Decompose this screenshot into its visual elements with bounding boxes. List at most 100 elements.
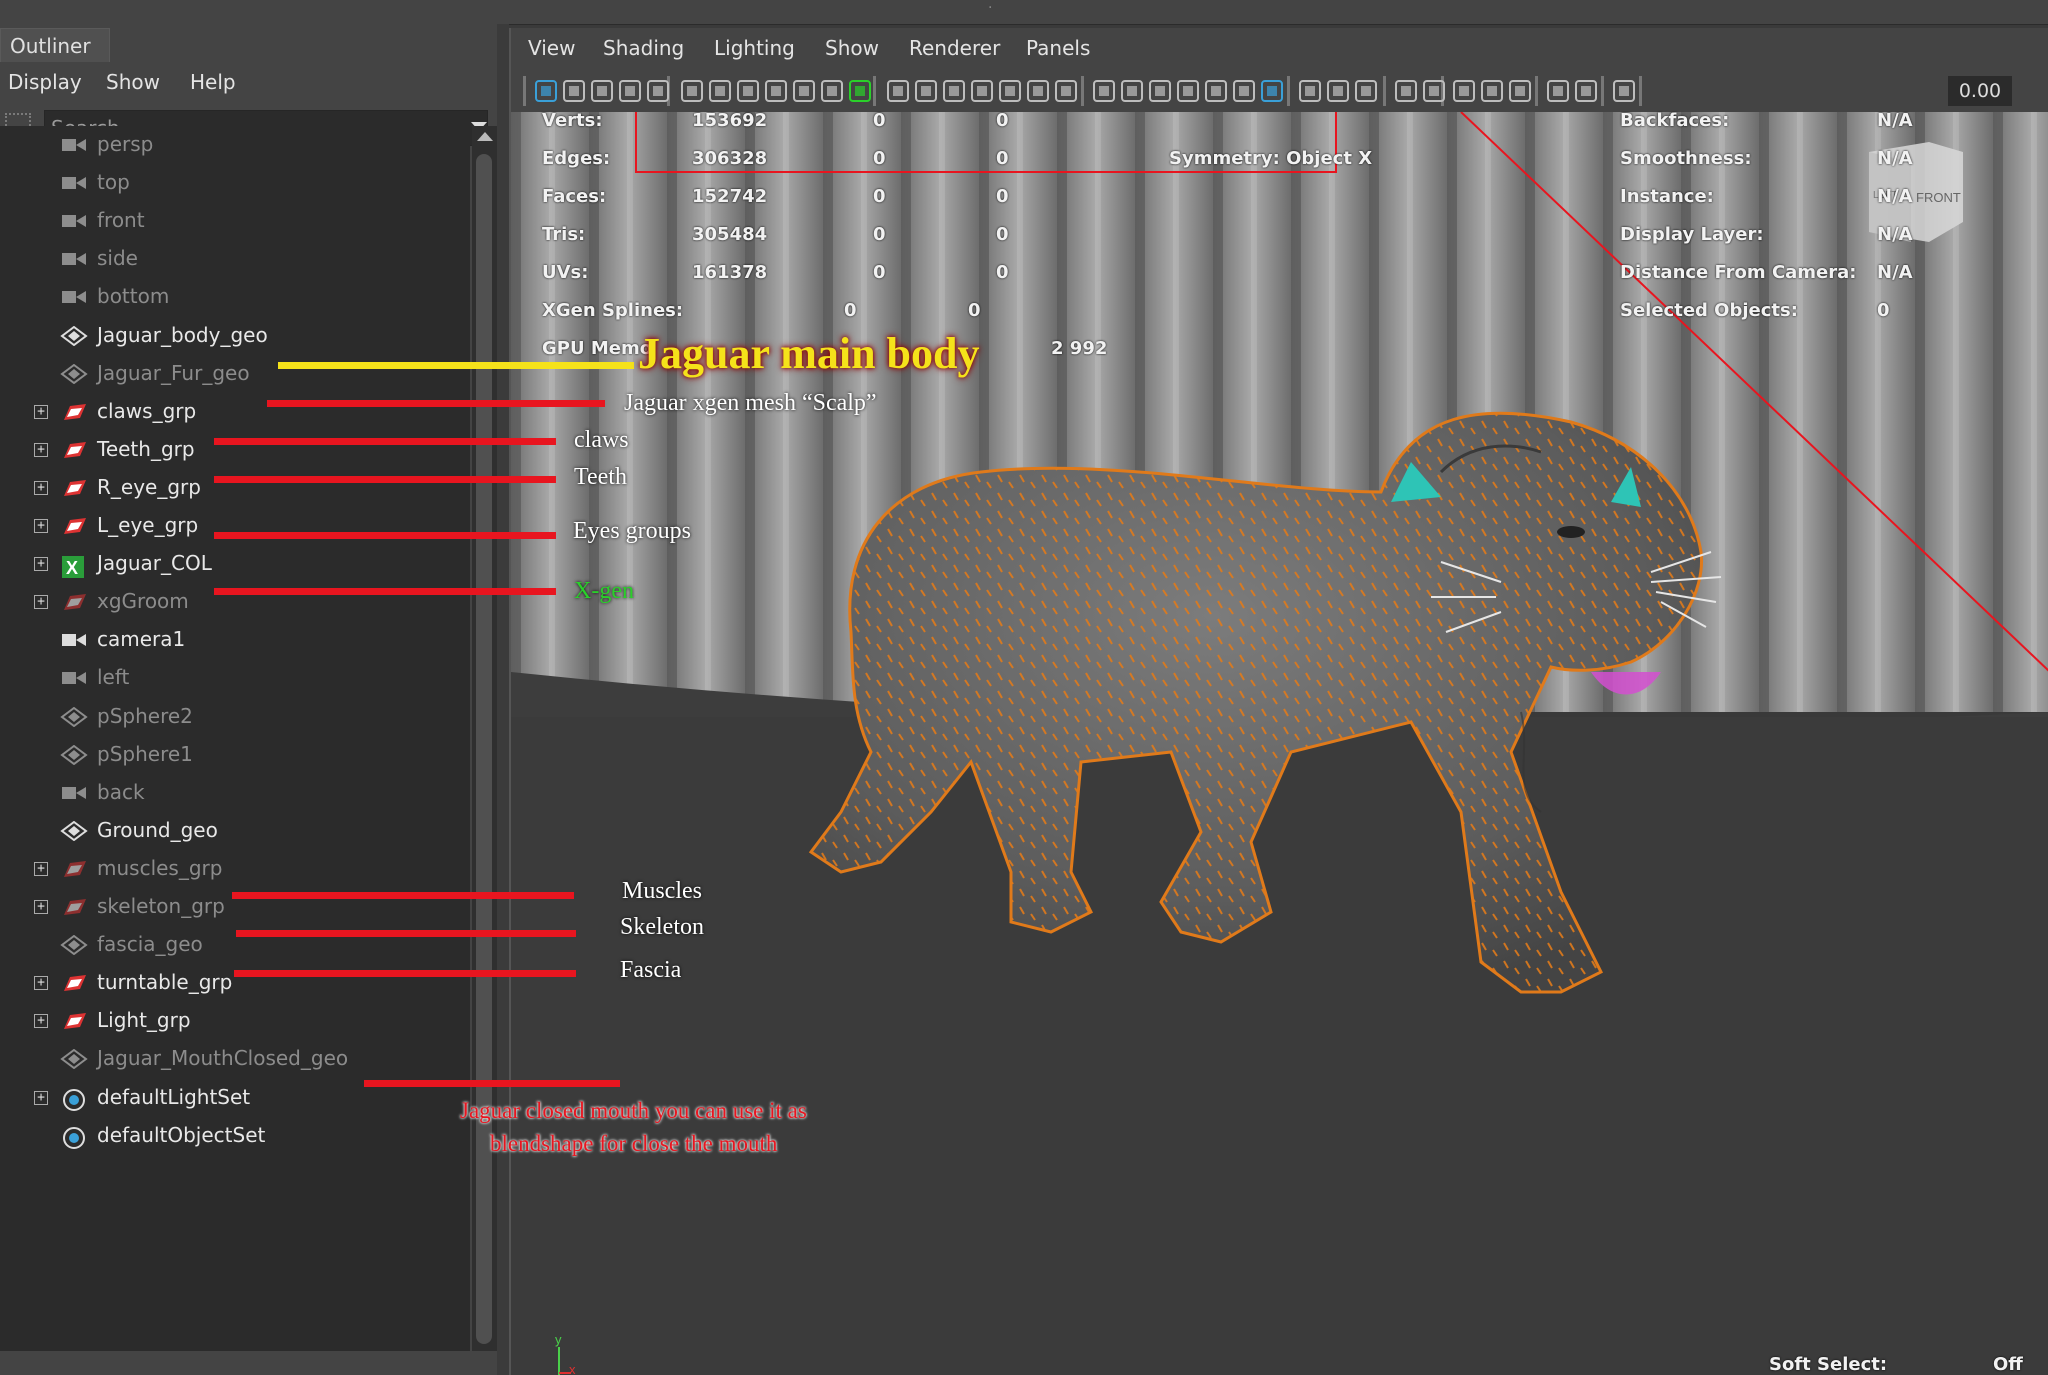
outliner-item[interactable]: top: [0, 164, 470, 202]
expand-icon[interactable]: +: [34, 480, 48, 495]
toolbar-button-icon[interactable]: [1025, 78, 1051, 104]
toolbar-button-icon[interactable]: [763, 78, 789, 104]
outliner-item[interactable]: pSphere1: [0, 736, 470, 774]
toolbar-button-icon[interactable]: [819, 78, 845, 104]
toolbar-button-icon[interactable]: [1353, 78, 1379, 104]
scroll-up-icon[interactable]: [477, 132, 493, 141]
toolbar-button-icon[interactable]: [1421, 78, 1447, 104]
expand-icon[interactable]: +: [34, 557, 48, 572]
toolbar-button-icon[interactable]: [1507, 78, 1533, 104]
viewport-panel[interactable]: View Shading Lighting Show Renderer Pane…: [509, 28, 2048, 1375]
toolbar-button-icon[interactable]: [885, 78, 911, 104]
toolbar-button-icon[interactable]: [1297, 78, 1323, 104]
toolbar-button-icon[interactable]: [1451, 78, 1477, 104]
outliner-item[interactable]: + Teeth_grp: [0, 431, 470, 469]
outliner-item-label: Jaguar_Fur_geo: [97, 360, 250, 385]
menu-show[interactable]: Show: [106, 70, 160, 94]
hud-stat-value: 0: [968, 300, 981, 321]
toolbar-button-icon[interactable]: [913, 78, 939, 104]
outliner-item[interactable]: + X Jaguar_COL: [0, 545, 470, 583]
menu-panels[interactable]: Panels: [1026, 36, 1090, 60]
toolbar-button-icon[interactable]: [1259, 78, 1285, 104]
outliner-item[interactable]: front: [0, 202, 470, 240]
menu-help[interactable]: Help: [190, 70, 236, 94]
outliner-item[interactable]: Ground_geo: [0, 812, 470, 850]
menu-display[interactable]: Display: [8, 70, 82, 94]
outliner-item[interactable]: defaultObjectSet: [0, 1117, 470, 1155]
toolbar-button-icon[interactable]: [617, 78, 643, 104]
outliner-item[interactable]: + R_eye_grp: [0, 469, 470, 507]
tab-outliner[interactable]: Outliner: [0, 28, 110, 62]
toolbar-button-icon[interactable]: [589, 78, 615, 104]
toolbar-button-icon[interactable]: [1053, 78, 1079, 104]
outliner-item[interactable]: persp: [0, 126, 470, 164]
expand-icon[interactable]: +: [34, 442, 48, 457]
3d-scene[interactable]: FRONT LEFT y x: [511, 112, 2048, 1375]
expand-icon[interactable]: +: [34, 1090, 48, 1105]
camera-icon: [60, 249, 88, 269]
expand-icon[interactable]: +: [34, 861, 48, 876]
expand-icon[interactable]: +: [34, 595, 48, 610]
menu-shading[interactable]: Shading: [603, 36, 684, 60]
toolbar-button-icon[interactable]: [1611, 78, 1637, 104]
outliner-item[interactable]: Jaguar_MouthClosed_geo: [0, 1040, 470, 1078]
toolbar-button-icon[interactable]: [1175, 78, 1201, 104]
toolbar-button-icon[interactable]: [791, 78, 817, 104]
toolbar-button-icon[interactable]: [645, 78, 671, 104]
outliner-item[interactable]: Jaguar_body_geo: [0, 317, 470, 355]
toolbar-button-icon[interactable]: [1573, 78, 1599, 104]
hud-info-label: Selected Objects:: [1620, 300, 1798, 321]
toolbar-button-icon[interactable]: [1203, 78, 1229, 104]
outliner-item[interactable]: + muscles_grp: [0, 850, 470, 888]
outliner-item[interactable]: Jaguar_Fur_geo: [0, 355, 470, 393]
toolbar-button-icon[interactable]: [561, 78, 587, 104]
outliner-item[interactable]: pSphere2: [0, 698, 470, 736]
toolbar-button-icon[interactable]: [707, 78, 733, 104]
expand-icon[interactable]: +: [34, 900, 48, 914]
expand-icon[interactable]: +: [34, 519, 48, 533]
scrollbar-thumb[interactable]: [476, 154, 492, 1344]
hud-stat-label: Edges:: [542, 148, 611, 169]
menu-renderer[interactable]: Renderer: [909, 36, 1000, 60]
menu-show[interactable]: Show: [825, 36, 879, 60]
toolbar-button-icon[interactable]: [679, 78, 705, 104]
toolbar-button-icon[interactable]: [997, 78, 1023, 104]
hud-stat-value: 305484: [692, 224, 768, 245]
outliner-item[interactable]: left: [0, 659, 470, 697]
menu-lighting[interactable]: Lighting: [714, 36, 795, 60]
viewcube-front-label[interactable]: FRONT: [1916, 190, 1961, 205]
toolbar-button-icon[interactable]: [735, 78, 761, 104]
expand-icon[interactable]: +: [34, 404, 48, 419]
exposure-field[interactable]: 0.00: [1948, 76, 2012, 106]
toolbar-button-icon[interactable]: [1393, 78, 1419, 104]
toolbar-button-icon[interactable]: [941, 78, 967, 104]
menu-view[interactable]: View: [528, 36, 575, 60]
expand-icon[interactable]: +: [34, 1014, 48, 1029]
outliner-item[interactable]: camera1: [0, 621, 470, 659]
toolbar-button-icon[interactable]: [1479, 78, 1505, 104]
outliner-scrollbar[interactable]: [472, 126, 497, 1351]
toolbar-button-icon[interactable]: [847, 78, 873, 104]
outliner-item[interactable]: bottom: [0, 278, 470, 316]
expand-icon[interactable]: +: [34, 976, 48, 991]
outliner-item[interactable]: + Light_grp: [0, 1002, 470, 1040]
outliner-item[interactable]: + L_eye_grp: [0, 507, 470, 545]
outliner-item-label: turntable_grp: [97, 970, 233, 995]
hud-info-value: N/A: [1877, 148, 1913, 169]
toolbar-button-icon[interactable]: [1325, 78, 1351, 104]
toolbar-button-icon[interactable]: [533, 78, 559, 104]
outliner-item[interactable]: back: [0, 774, 470, 812]
outliner-item[interactable]: + claws_grp: [0, 393, 470, 431]
toolbar-button-icon[interactable]: [1231, 78, 1257, 104]
hud-soft-select-value: Off: [1993, 1354, 2023, 1375]
outliner-item[interactable]: side: [0, 240, 470, 278]
toolbar-button-icon[interactable]: [1119, 78, 1145, 104]
toolbar-button-icon[interactable]: [1545, 78, 1571, 104]
camera-icon: [60, 135, 88, 155]
group-icon: [60, 1011, 88, 1031]
toolbar-button-icon[interactable]: [1147, 78, 1173, 104]
annotation-line-teeth: [214, 476, 556, 483]
panel-divider[interactable]: [497, 24, 509, 1375]
toolbar-button-icon[interactable]: [1091, 78, 1117, 104]
toolbar-button-icon[interactable]: [969, 78, 995, 104]
